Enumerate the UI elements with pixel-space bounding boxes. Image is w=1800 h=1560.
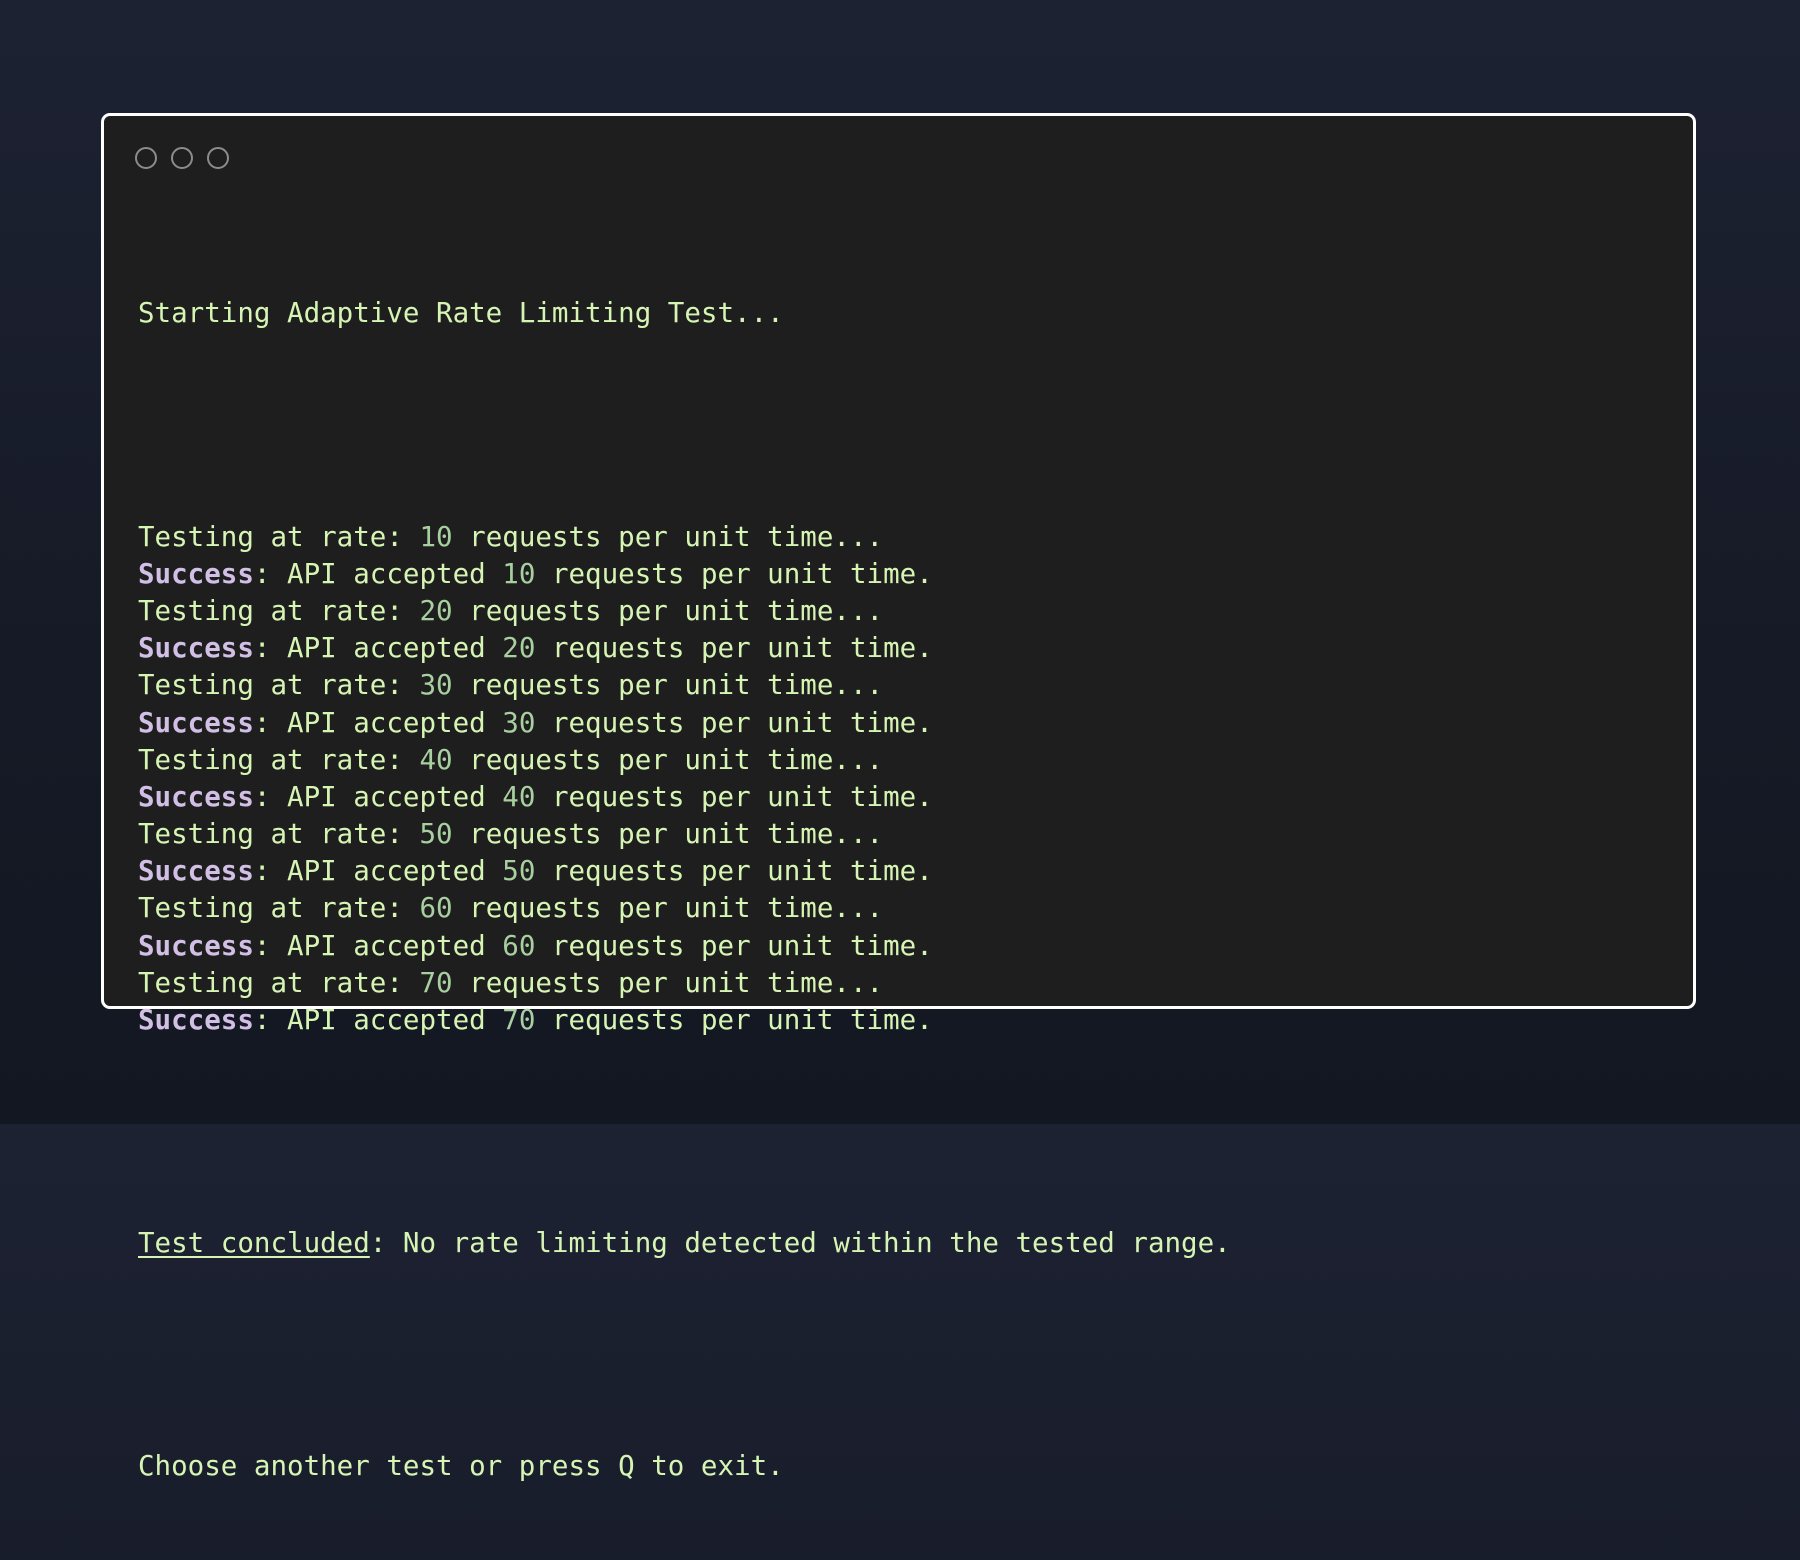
success-label: Success	[138, 929, 254, 962]
success-line: Success: API accepted 20 requests per un…	[138, 630, 1663, 667]
test-results: Testing at rate: 10 requests per unit ti…	[138, 519, 1663, 1040]
rate-value: 50	[419, 818, 453, 851]
success-suffix: requests per unit time.	[535, 706, 933, 739]
success-suffix: requests per unit time.	[535, 557, 933, 590]
accepted-value: 10	[502, 557, 536, 590]
testing-suffix: requests per unit time...	[452, 520, 884, 553]
success-line: Success: API accepted 40 requests per un…	[138, 779, 1663, 816]
testing-prefix: Testing at rate:	[138, 594, 420, 627]
accepted-value: 50	[502, 855, 536, 888]
testing-line: Testing at rate: 10 requests per unit ti…	[138, 519, 1663, 556]
testing-suffix: requests per unit time...	[452, 892, 884, 925]
rate-value: 20	[419, 594, 453, 627]
success-label: Success	[138, 1004, 254, 1037]
success-mid: : API accepted	[253, 557, 503, 590]
window-controls	[135, 147, 229, 169]
success-suffix: requests per unit time.	[535, 929, 933, 962]
rate-value: 10	[419, 520, 453, 553]
testing-suffix: requests per unit time...	[452, 743, 884, 776]
success-mid: : API accepted	[253, 706, 503, 739]
accepted-value: 30	[502, 706, 536, 739]
testing-prefix: Testing at rate:	[138, 669, 420, 702]
success-line: Success: API accepted 70 requests per un…	[138, 1002, 1663, 1039]
testing-suffix: requests per unit time...	[452, 669, 884, 702]
rate-value: 60	[419, 892, 453, 925]
accepted-value: 70	[502, 1004, 536, 1037]
success-mid: : API accepted	[253, 855, 503, 888]
minimize-window-icon[interactable]	[171, 147, 193, 169]
success-suffix: requests per unit time.	[535, 632, 933, 665]
testing-suffix: requests per unit time...	[452, 594, 884, 627]
testing-prefix: Testing at rate:	[138, 818, 420, 851]
success-mid: : API accepted	[253, 632, 503, 665]
conclusion-label: Test concluded	[138, 1227, 370, 1260]
success-suffix: requests per unit time.	[535, 780, 933, 813]
header-line: Starting Adaptive Rate Limiting Test...	[138, 297, 784, 330]
success-label: Success	[138, 855, 254, 888]
success-line: Success: API accepted 30 requests per un…	[138, 705, 1663, 742]
testing-prefix: Testing at rate:	[138, 892, 420, 925]
testing-line: Testing at rate: 70 requests per unit ti…	[138, 965, 1663, 1002]
testing-line: Testing at rate: 60 requests per unit ti…	[138, 890, 1663, 927]
accepted-value: 40	[502, 780, 536, 813]
accepted-value: 20	[502, 632, 536, 665]
success-label: Success	[138, 557, 254, 590]
testing-suffix: requests per unit time...	[452, 818, 884, 851]
rate-value: 30	[419, 669, 453, 702]
success-label: Success	[138, 780, 254, 813]
testing-line: Testing at rate: 50 requests per unit ti…	[138, 816, 1663, 853]
success-suffix: requests per unit time.	[535, 855, 933, 888]
conclusion-line: Test concluded: No rate limiting detecte…	[138, 1225, 1663, 1262]
success-label: Success	[138, 632, 254, 665]
testing-prefix: Testing at rate:	[138, 520, 420, 553]
success-line: Success: API accepted 10 requests per un…	[138, 556, 1663, 593]
rate-value: 70	[419, 966, 453, 999]
prompt-line: Choose another test or press Q to exit.	[138, 1450, 784, 1483]
rate-value: 40	[419, 743, 453, 776]
success-mid: : API accepted	[253, 780, 503, 813]
success-label: Success	[138, 706, 254, 739]
success-mid: : API accepted	[253, 1004, 503, 1037]
success-suffix: requests per unit time.	[535, 1004, 933, 1037]
success-mid: : API accepted	[253, 929, 503, 962]
testing-prefix: Testing at rate:	[138, 743, 420, 776]
terminal-output: Starting Adaptive Rate Limiting Test... …	[138, 221, 1663, 1560]
conclusion-text: : No rate limiting detected within the t…	[369, 1227, 1231, 1260]
testing-suffix: requests per unit time...	[452, 966, 884, 999]
terminal-window: Starting Adaptive Rate Limiting Test... …	[101, 113, 1696, 1482]
testing-line: Testing at rate: 20 requests per unit ti…	[138, 593, 1663, 630]
accepted-value: 60	[502, 929, 536, 962]
maximize-window-icon[interactable]	[207, 147, 229, 169]
success-line: Success: API accepted 60 requests per un…	[138, 928, 1663, 965]
close-window-icon[interactable]	[135, 147, 157, 169]
success-line: Success: API accepted 50 requests per un…	[138, 853, 1663, 890]
testing-prefix: Testing at rate:	[138, 966, 420, 999]
testing-line: Testing at rate: 40 requests per unit ti…	[138, 742, 1663, 779]
testing-line: Testing at rate: 30 requests per unit ti…	[138, 667, 1663, 704]
